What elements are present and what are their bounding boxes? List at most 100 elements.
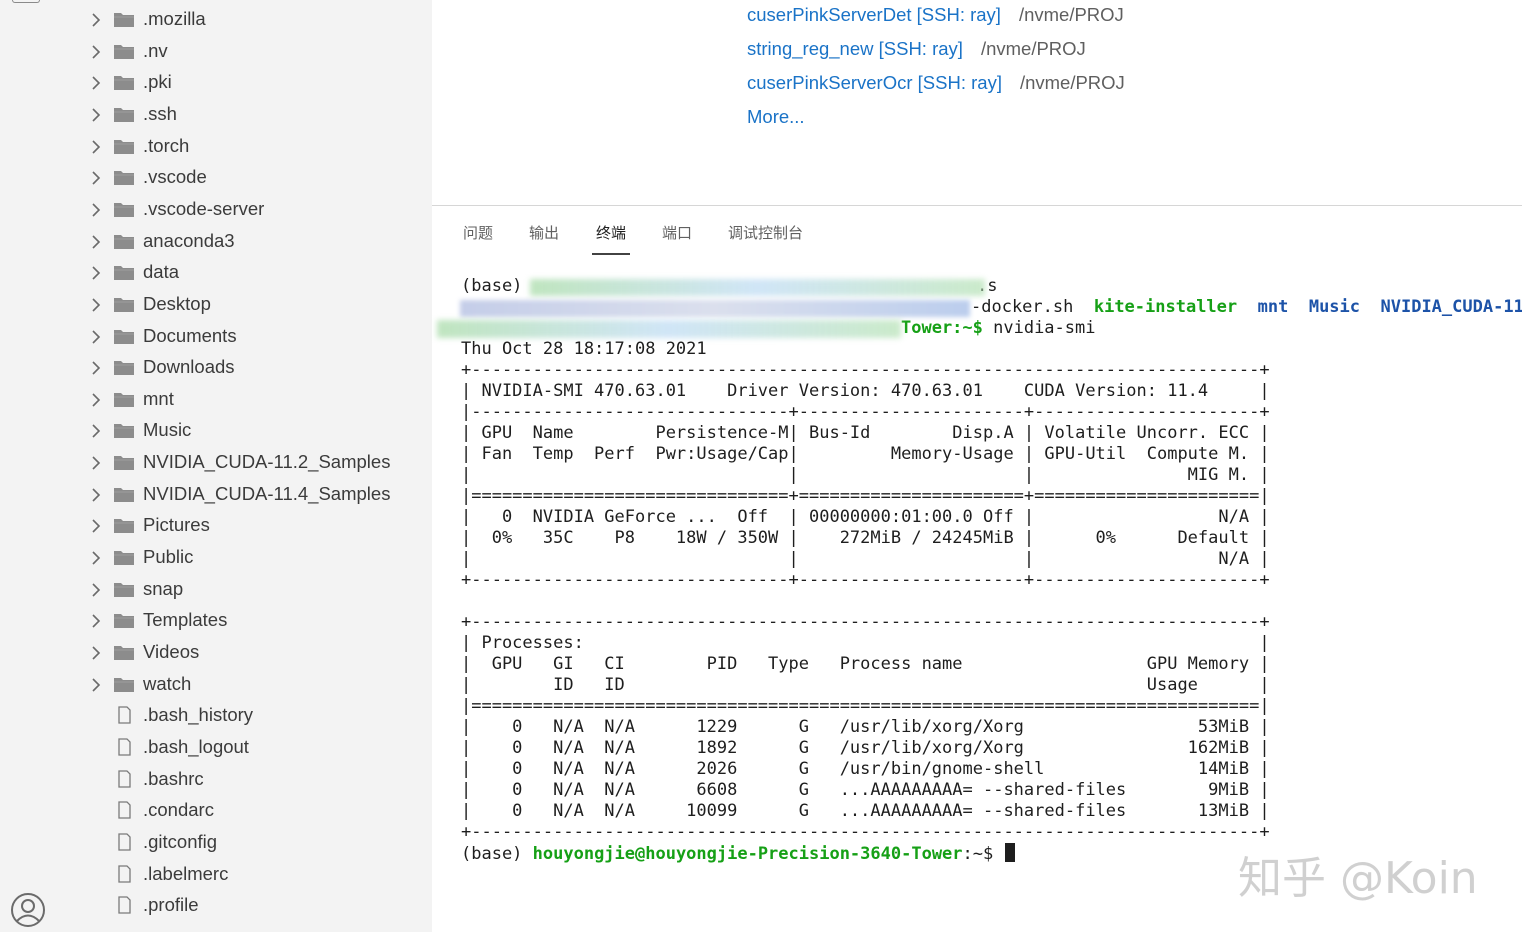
folder-item[interactable]: NVIDIA_CUDA-11.2_Samples xyxy=(63,447,432,477)
folder-item[interactable]: Videos xyxy=(63,637,432,667)
chevron-right-icon[interactable] xyxy=(89,169,103,185)
recent-item[interactable]: string_reg_new [SSH: ray] /nvme/PROJ xyxy=(747,38,1086,60)
chevron-right-icon[interactable] xyxy=(89,391,103,407)
folder-icon xyxy=(113,358,135,376)
folder-icon xyxy=(113,295,135,313)
terminal-text: mnt xyxy=(1257,297,1289,317)
chevron-right-icon[interactable] xyxy=(89,486,103,502)
folder-item[interactable]: .nv xyxy=(63,36,432,66)
terminal-line: +---------------------------------------… xyxy=(461,822,1270,842)
chevron-right-icon[interactable] xyxy=(89,454,103,470)
terminal-text: kite-installer xyxy=(1093,297,1238,317)
chevron-right-icon[interactable] xyxy=(89,264,103,280)
folder-item[interactable]: Downloads xyxy=(63,352,432,382)
tab-terminal[interactable]: 终端 xyxy=(596,222,626,243)
terminal-line: +---------------------------------------… xyxy=(461,360,1270,380)
recent-item-name[interactable]: cuserPinkServerDet [SSH: ray] xyxy=(747,4,1001,25)
recent-item[interactable]: cuserPinkServerDet [SSH: ray] /nvme/PROJ xyxy=(747,4,1124,26)
more-recent-link[interactable]: More... xyxy=(747,106,805,128)
folder-item[interactable]: NVIDIA_CUDA-11.4_Samples xyxy=(63,479,432,509)
tab-ports[interactable]: 端口 xyxy=(662,222,692,243)
folder-label: .pki xyxy=(143,71,172,93)
chevron-right-icon[interactable] xyxy=(89,422,103,439)
tab-debug-console[interactable]: 调试控制台 xyxy=(728,222,803,243)
file-item[interactable]: .bash_logout xyxy=(63,732,432,762)
folder-item[interactable]: Music xyxy=(63,415,432,445)
terminal-output[interactable]: (base) .s -docker.sh kite-installer mnt … xyxy=(432,206,1522,864)
recent-item-path: /nvme/PROJ xyxy=(980,38,1086,59)
chevron-right-icon[interactable] xyxy=(89,201,103,217)
explorer-icon[interactable] xyxy=(12,0,40,3)
chevron-right-icon[interactable] xyxy=(89,549,103,565)
folder-item[interactable]: Pictures xyxy=(63,510,432,540)
folder-item[interactable]: .vscode-server xyxy=(63,194,432,224)
terminal-line: | | | N/A | xyxy=(461,549,1270,569)
folder-item[interactable]: .ssh xyxy=(63,99,432,129)
tab-output[interactable]: 输出 xyxy=(529,222,559,243)
folder-item[interactable]: data xyxy=(63,257,432,287)
file-item[interactable]: .bashrc xyxy=(63,764,432,794)
folder-item[interactable]: .torch xyxy=(63,131,432,161)
folder-icon xyxy=(113,137,135,155)
activity-bar xyxy=(0,0,63,932)
file-item[interactable]: .labelmerc xyxy=(63,859,432,889)
folder-icon xyxy=(113,548,135,566)
chevron-right-icon[interactable] xyxy=(89,296,103,312)
terminal-line: | 0 N/A N/A 2026 G /usr/bin/gnome-shell … xyxy=(461,759,1270,779)
file-icon xyxy=(113,706,135,724)
chevron-right-icon[interactable] xyxy=(89,517,103,533)
chevron-right-icon[interactable] xyxy=(89,676,103,692)
folder-item[interactable]: Documents xyxy=(63,321,432,351)
chevron-right-icon[interactable] xyxy=(89,359,103,375)
folder-item[interactable]: watch xyxy=(63,669,432,699)
chevron-right-icon[interactable] xyxy=(89,106,103,122)
file-item[interactable]: .condarc xyxy=(63,795,432,825)
folder-item[interactable]: .vscode xyxy=(63,162,432,192)
folder-item[interactable]: anaconda3 xyxy=(63,226,432,256)
folder-item[interactable]: mnt xyxy=(63,384,432,414)
folder-icon xyxy=(113,168,135,186)
chevron-right-icon[interactable] xyxy=(89,328,103,344)
terminal-text: nvidia-smi xyxy=(993,318,1096,338)
chevron-right-icon[interactable] xyxy=(89,11,103,27)
folder-icon xyxy=(113,485,135,503)
terminal-line: +---------------------------------------… xyxy=(461,612,1270,632)
folder-label: .nv xyxy=(143,39,168,61)
chevron-right-icon[interactable] xyxy=(89,138,103,154)
chevron-right-icon[interactable] xyxy=(89,233,103,249)
folder-icon xyxy=(113,200,135,218)
recent-item-name[interactable]: string_reg_new [SSH: ray] xyxy=(747,38,963,59)
folder-item[interactable]: .pki xyxy=(63,67,432,97)
chevron-right-icon[interactable] xyxy=(89,644,103,660)
recent-item[interactable]: cuserPinkServerOcr [SSH: ray] /nvme/PROJ xyxy=(747,72,1125,94)
prompt-user: houyongjie@houyongjie-Precision-3640-Tow… xyxy=(532,844,963,864)
file-item[interactable]: .bash_history xyxy=(63,700,432,730)
folder-label: .vscode xyxy=(143,166,207,188)
folder-item[interactable]: .mozilla xyxy=(63,4,432,34)
folder-item[interactable]: Templates xyxy=(63,605,432,635)
chevron-right-icon[interactable] xyxy=(89,581,103,597)
prompt-symbol: :~$ xyxy=(962,844,1004,864)
tab-problems[interactable]: 问题 xyxy=(463,222,493,243)
folder-item[interactable]: Public xyxy=(63,542,432,572)
folder-label: mnt xyxy=(143,387,174,409)
file-item[interactable]: .gitconfig xyxy=(63,827,432,857)
chevron-right-icon[interactable] xyxy=(89,74,103,90)
folder-label: .torch xyxy=(143,134,190,156)
folder-icon xyxy=(113,580,135,598)
terminal-line: +-------------------------------+-------… xyxy=(461,570,1270,590)
file-label: .bash_history xyxy=(143,704,254,726)
chevron-right-icon[interactable] xyxy=(89,43,103,59)
folder-item[interactable]: Desktop xyxy=(63,289,432,319)
file-label: .bashrc xyxy=(143,767,204,789)
folder-item[interactable]: snap xyxy=(63,574,432,604)
chevron-right-icon[interactable] xyxy=(89,612,103,628)
terminal-line: -docker.sh kite-installer mnt Music NVID… xyxy=(971,297,1522,318)
folder-label: NVIDIA_CUDA-11.2_Samples xyxy=(143,451,391,473)
file-item[interactable]: .profile xyxy=(63,890,432,920)
terminal-text: (base) xyxy=(461,844,533,864)
terminal-text: Music xyxy=(1308,297,1361,317)
recent-item-name[interactable]: cuserPinkServerOcr [SSH: ray] xyxy=(747,72,1002,93)
folder-label: .mozilla xyxy=(143,8,206,29)
account-icon[interactable] xyxy=(10,892,46,928)
